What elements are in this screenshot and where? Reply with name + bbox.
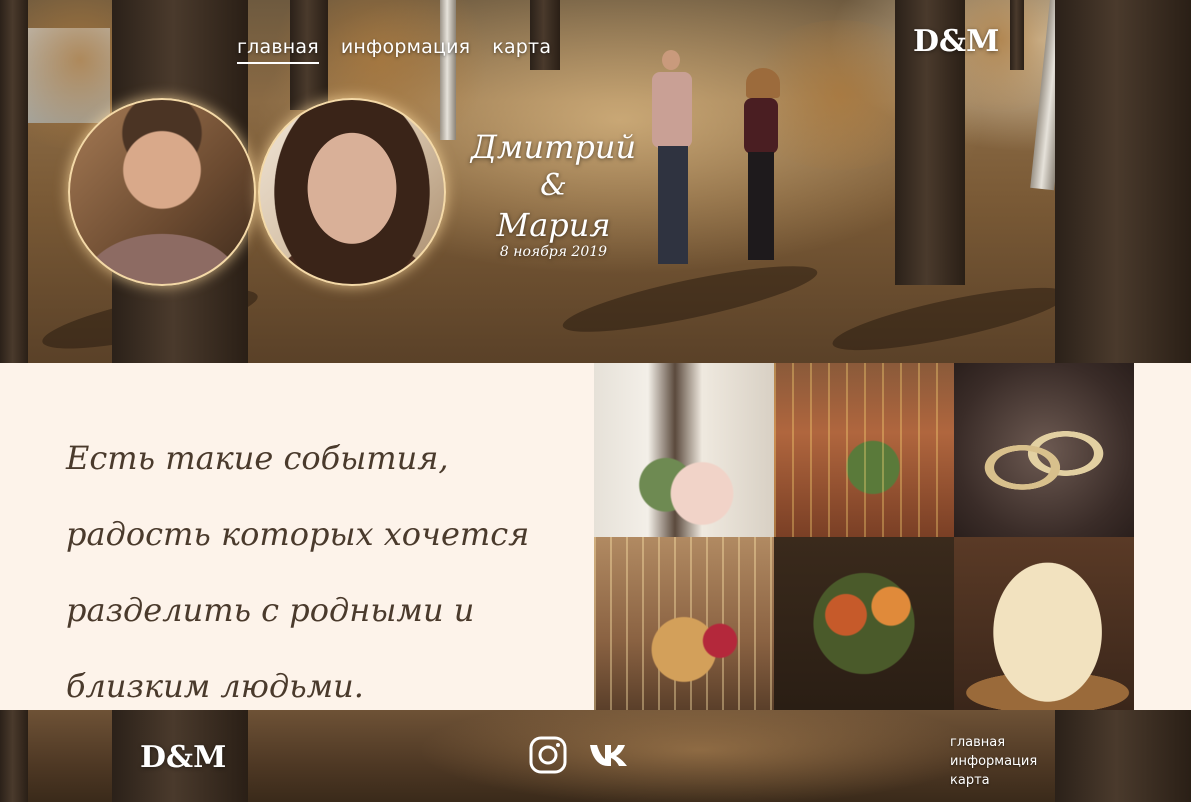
groom-portrait: [68, 98, 256, 286]
table-decor-photo[interactable]: [594, 363, 774, 537]
wedding-cake-photo[interactable]: [954, 537, 1134, 710]
footer-link-info[interactable]: информация: [950, 752, 1037, 771]
main-nav: главная информация карта: [237, 36, 551, 64]
nav-link-home[interactable]: главная: [237, 36, 319, 64]
groom-name: Дмитрий: [470, 128, 637, 166]
photo-gallery: [594, 363, 1134, 710]
logo[interactable]: D&M: [913, 24, 999, 59]
bride-name: Мария: [496, 206, 611, 244]
fairy-lights-wall-photo[interactable]: [774, 363, 954, 537]
intro-quote: Есть такие события, радость которых хоче…: [66, 439, 530, 705]
instagram-icon[interactable]: [528, 735, 568, 779]
footer-link-home[interactable]: главная: [950, 733, 1037, 752]
couple-names: Дмитрий & Мария 8 ноября 2019: [456, 128, 651, 260]
wedding-rings-photo[interactable]: [954, 363, 1134, 537]
footer-link-map[interactable]: карта: [950, 771, 1037, 790]
footer-logo[interactable]: D&M: [140, 740, 226, 775]
wedding-date: 8 ноября 2019: [499, 244, 608, 260]
autumn-bouquet-photo[interactable]: [774, 537, 954, 710]
couple-photo: [650, 50, 790, 270]
vk-icon[interactable]: [588, 742, 630, 772]
social-links: [528, 735, 630, 779]
nav-link-info[interactable]: информация: [341, 36, 470, 64]
footer-nav: главная информация карта: [950, 733, 1037, 790]
nav-link-map[interactable]: карта: [492, 36, 551, 64]
bride-portrait: [258, 98, 446, 286]
ampersand: &: [540, 168, 567, 203]
heart-sign-photo[interactable]: [594, 537, 774, 710]
hero-banner: главная информация карта D&M Дмитрий & М…: [0, 0, 1191, 363]
